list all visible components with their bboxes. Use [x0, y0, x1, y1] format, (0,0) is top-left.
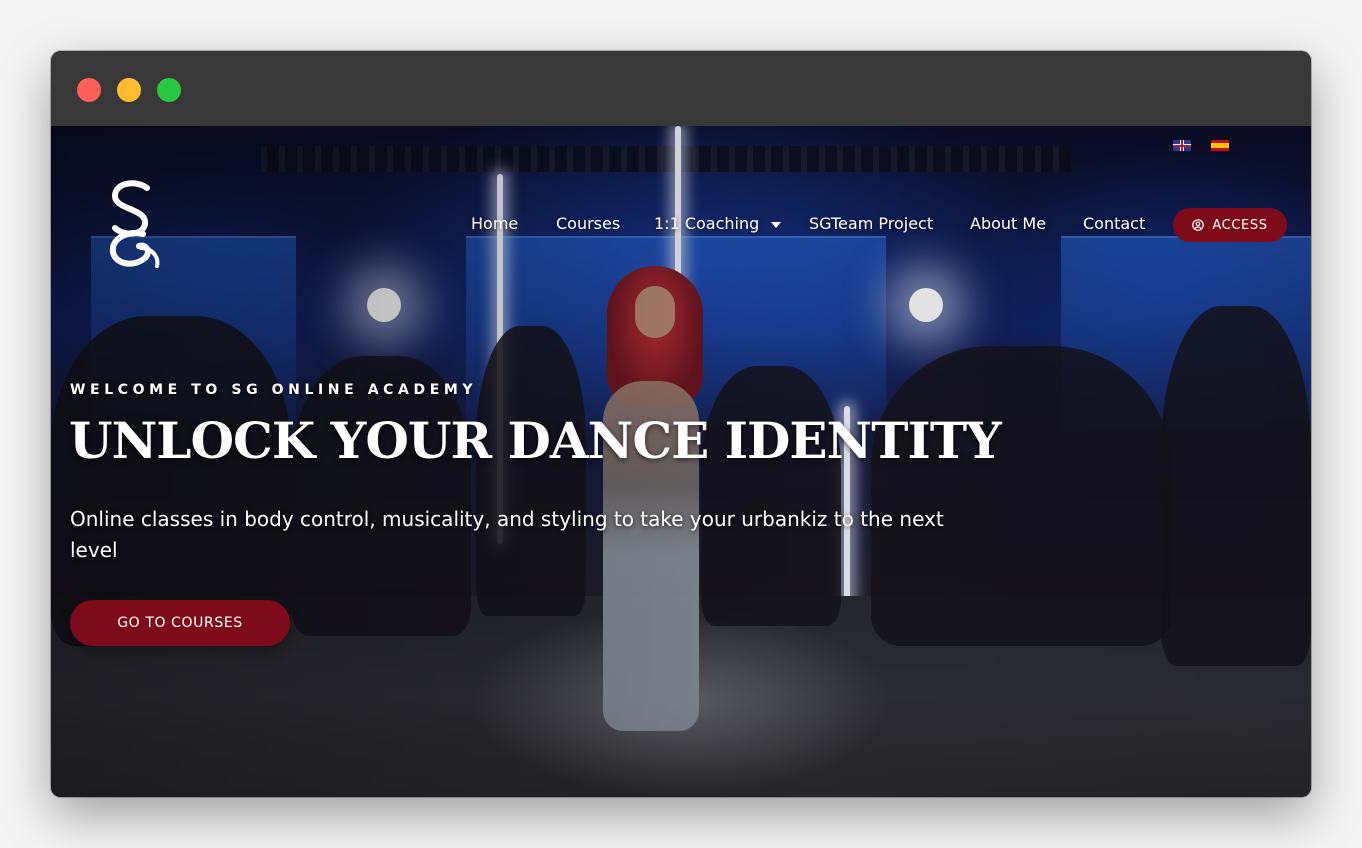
access-button-label: ACCESS	[1212, 217, 1268, 233]
sg-logo[interactable]	[103, 178, 165, 270]
window-titlebar	[51, 51, 1311, 127]
spain-flag-icon[interactable]	[1211, 140, 1229, 151]
nav-sgteam-project[interactable]: SGTeam Project	[809, 214, 933, 233]
zoom-window-button[interactable]	[157, 78, 181, 102]
uk-flag-icon[interactable]	[1173, 140, 1191, 151]
minimize-window-button[interactable]	[117, 78, 141, 102]
access-button[interactable]: ACCESS	[1173, 208, 1287, 242]
nav-contact[interactable]: Contact	[1083, 214, 1145, 233]
nav-coaching-label: 1:1 Coaching	[654, 214, 760, 233]
nav-courses[interactable]: Courses	[556, 214, 620, 233]
hero-headline: UNLOCK YOUR DANCE IDENTITY	[69, 411, 1002, 470]
hero-eyebrow: WELCOME TO SG ONLINE ACADEMY	[70, 382, 478, 398]
go-to-courses-button[interactable]: GO TO COURSES	[70, 600, 290, 646]
user-circle-icon	[1192, 219, 1205, 231]
hero-section: Home Courses 1:1 Coaching SGTeam Project…	[51, 126, 1311, 797]
sg-logo-icon	[109, 180, 160, 268]
nav-home[interactable]: Home	[471, 214, 518, 233]
close-window-button[interactable]	[77, 78, 101, 102]
browser-window: Home Courses 1:1 Coaching SGTeam Project…	[51, 51, 1311, 797]
chevron-down-icon[interactable]	[771, 221, 782, 228]
nav-coaching[interactable]: 1:1 Coaching	[654, 214, 782, 233]
nav-about-me[interactable]: About Me	[970, 214, 1046, 233]
hero-subtitle: Online classes in body control, musicali…	[70, 507, 944, 562]
